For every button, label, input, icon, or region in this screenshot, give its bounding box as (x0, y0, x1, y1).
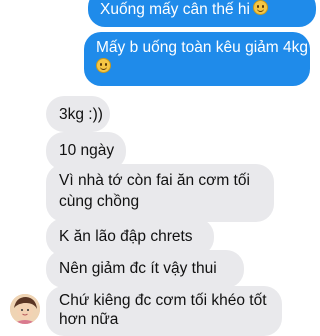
incoming-message[interactable]: Chứ kiêng đc cơm tối khéo tốt hơn nữa (46, 286, 282, 336)
message-text: 3kg :)) (59, 106, 103, 123)
chat-thread: Xuống mấy cân thế hi Mấy b uống toàn kêu… (0, 0, 320, 336)
message-text: Mấy b uống toàn kêu giảm 4kg (96, 39, 308, 56)
message-text: Chứ kiêng đc cơm tối khéo tốt (59, 292, 267, 309)
message-text: Xuống mấy cân thế hi (100, 1, 250, 18)
incoming-message[interactable]: Nên giảm đc ít vậy thui (46, 250, 244, 288)
message-text: 10 ngày (59, 142, 115, 159)
outgoing-message[interactable]: Mấy b uống toàn kêu giảm 4kg (84, 32, 310, 86)
message-text: Vì nhà tớ còn fai ăn cơm tối (59, 172, 250, 189)
incoming-message[interactable]: Vì nhà tớ còn fai ăn cơm tối cùng chồng (46, 164, 274, 222)
grinning-face-icon (96, 58, 111, 73)
message-text: Nên giảm đc ít vậy thui (59, 260, 217, 277)
incoming-message[interactable]: 3kg :)) (46, 96, 110, 132)
outgoing-message[interactable]: Xuống mấy cân thế hi (88, 0, 316, 27)
message-text: K ăn lão đập chrets (59, 228, 193, 245)
grinning-face-icon (252, 0, 268, 15)
message-text: cùng chồng (59, 193, 140, 210)
